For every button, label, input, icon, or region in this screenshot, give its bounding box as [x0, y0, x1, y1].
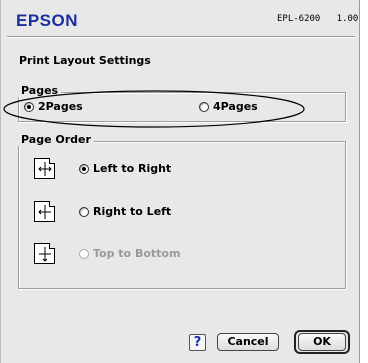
top-to-bottom-icon [34, 243, 55, 264]
help-button[interactable]: ? [189, 334, 206, 351]
header-divider [7, 36, 355, 38]
model-version-label: EPL-6200 1.00 [277, 14, 359, 24]
page-order-group-label: Page Order [18, 133, 94, 146]
radio-button-icon[interactable] [79, 163, 89, 174]
radio-right-to-left-label: Right to Left [93, 205, 172, 218]
page-order-group [18, 141, 346, 289]
print-layout-dialog: EPSON EPL-6200 1.00 Print Layout Setting… [0, 0, 360, 363]
radio-button-icon[interactable] [79, 248, 89, 259]
page-title: Print Layout Settings [19, 54, 151, 67]
left-to-right-icon [34, 158, 55, 179]
radio-top-to-bottom[interactable]: Top to Bottom [79, 247, 180, 260]
radio-right-to-left[interactable]: Right to Left [79, 205, 171, 218]
radio-left-to-right-label: Left to Right [93, 162, 172, 175]
right-to-left-icon [34, 201, 55, 222]
radio-button-icon[interactable] [79, 206, 89, 217]
window-edge [361, 0, 368, 363]
epson-logo: EPSON [16, 11, 79, 30]
radio-top-to-bottom-label: Top to Bottom [93, 247, 181, 260]
ok-button[interactable]: OK [298, 333, 346, 351]
radio-left-to-right[interactable]: Left to Right [79, 162, 171, 175]
highlight-ellipse [3, 90, 305, 128]
cancel-button[interactable]: Cancel [217, 333, 279, 351]
